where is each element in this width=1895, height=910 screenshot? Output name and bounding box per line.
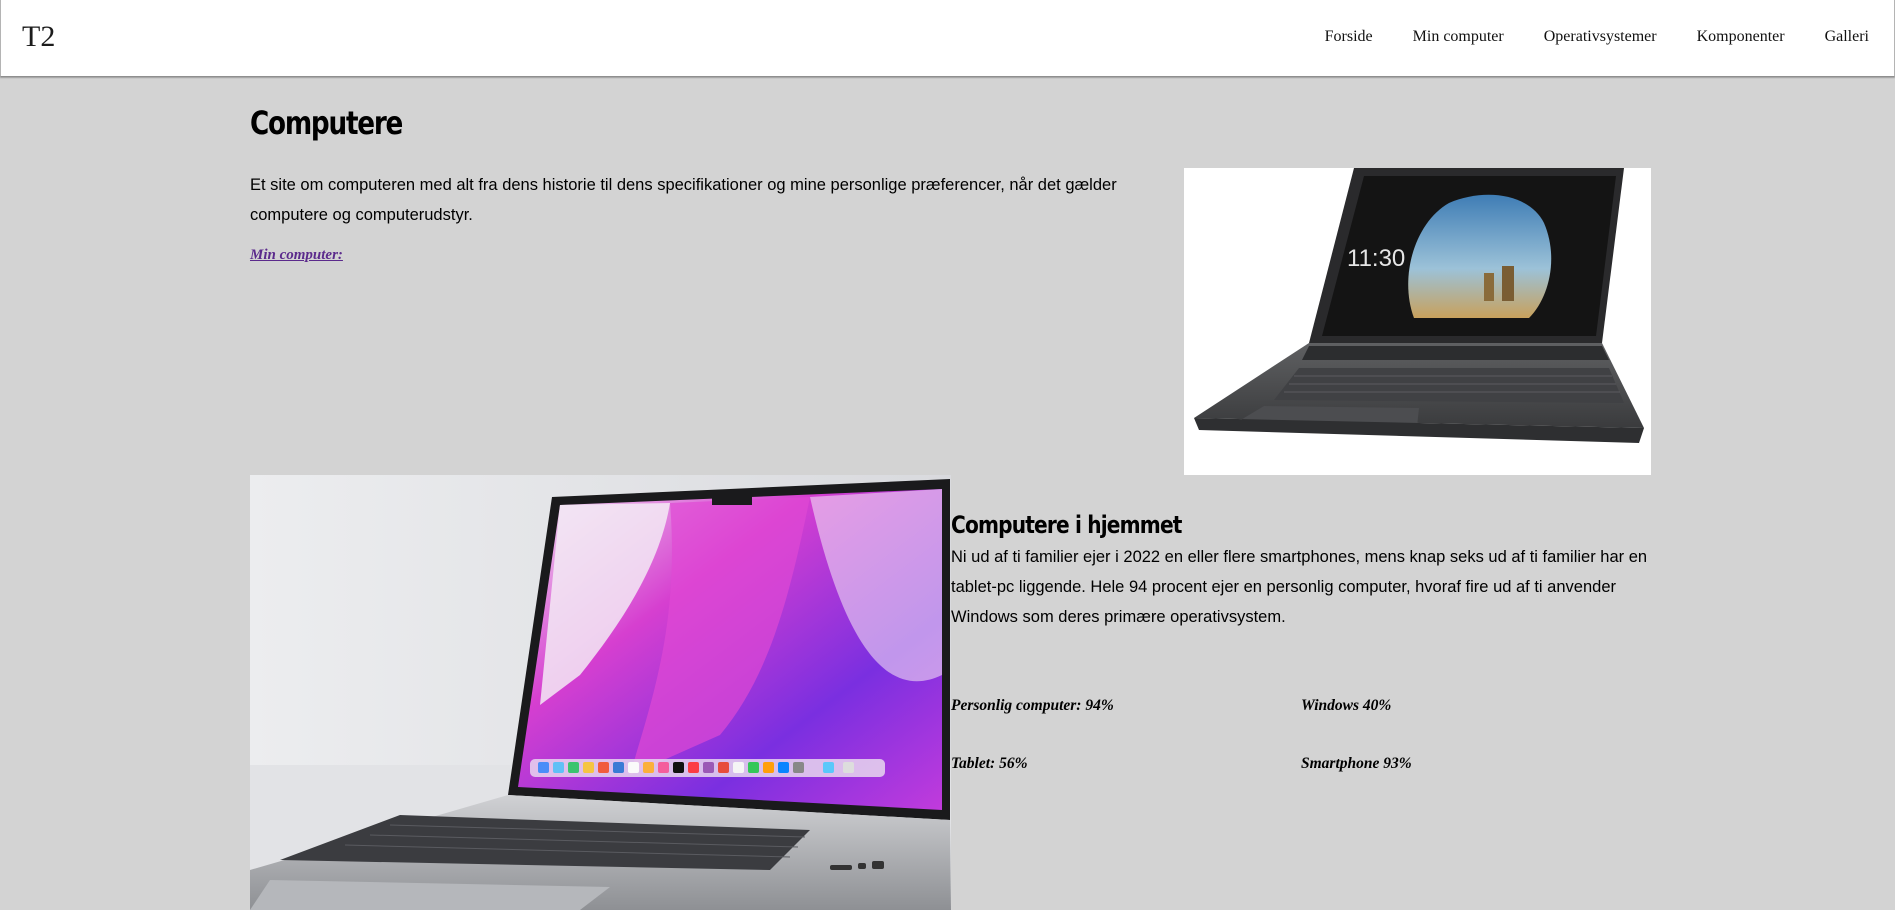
lock-screen-clock: 11:30 [1347,245,1405,272]
windows-laptop-image: 11:30 [1184,168,1651,475]
nav-item-min-computer[interactable]: Min computer [1413,28,1504,46]
stat-windows: Windows 40% [1301,697,1392,714]
home-text: Ni ud af ti familier ejer i 2022 en elle… [951,548,1648,626]
stat-tablet: Tablet: 56% [951,755,1028,772]
min-computer-link[interactable]: Min computer: [250,247,343,264]
macbook-image [250,475,951,910]
nav-item-forside[interactable]: Forside [1325,28,1373,46]
intro-text: Et site om computeren med alt fra dens h… [250,176,1117,224]
main-nav: Forside Min computer Operativsystemer Ko… [1325,28,1869,46]
page-title: Computere [250,104,403,142]
stat-personlig-computer: Personlig computer: 94% [951,697,1114,714]
top-navigation-bar: T2 Forside Min computer Operativsystemer… [0,0,1895,77]
windows-laptop-illustration: 11:30 [1194,168,1644,443]
nav-item-komponenter[interactable]: Komponenter [1697,28,1785,46]
macbook-illustration [250,475,951,910]
nav-item-galleri[interactable]: Galleri [1825,28,1869,46]
nav-item-operativsystemer[interactable]: Operativsystemer [1544,28,1657,46]
section-heading-computere-i-hjemmet: Computere i hjemmet [951,511,1182,539]
stat-smartphone: Smartphone 93% [1301,755,1412,772]
site-logo[interactable]: T2 [22,20,55,54]
